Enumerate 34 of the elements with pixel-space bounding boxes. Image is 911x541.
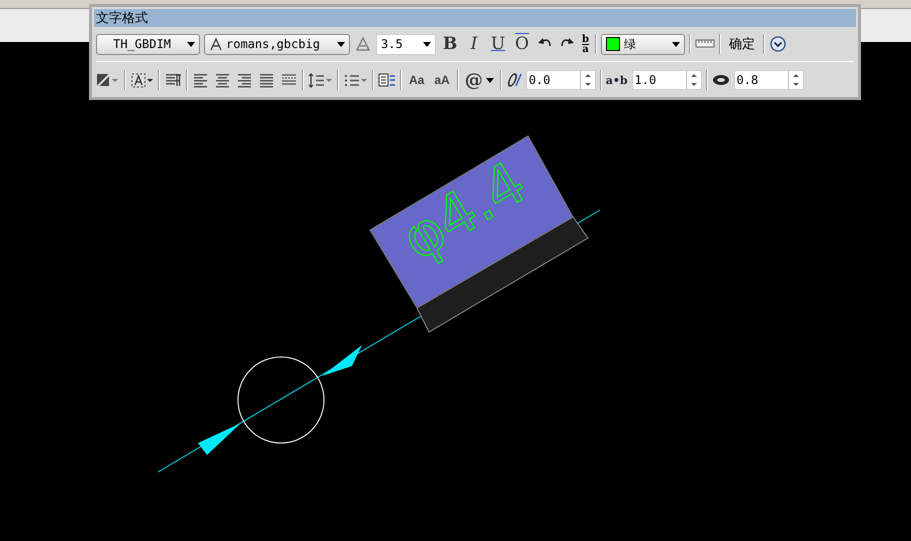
overline-button[interactable]: O bbox=[512, 33, 532, 55]
symbol-button[interactable]: @ bbox=[462, 69, 496, 91]
tracking-label: a•b bbox=[606, 74, 628, 86]
oblique-icon bbox=[506, 73, 522, 87]
tracking-field[interactable]: 1.0 bbox=[632, 70, 702, 90]
italic-button[interactable]: I bbox=[464, 33, 484, 55]
underline-button[interactable]: U bbox=[488, 33, 508, 55]
justification-icon[interactable] bbox=[130, 72, 154, 88]
width-icon bbox=[712, 74, 730, 86]
columns-icon[interactable] bbox=[96, 72, 120, 88]
align-right-icon[interactable] bbox=[236, 72, 254, 88]
color-dropdown[interactable]: 绿 bbox=[601, 34, 685, 54]
oblique-field[interactable]: 0.0 bbox=[526, 70, 596, 90]
line-spacing-icon[interactable] bbox=[308, 72, 333, 88]
paragraph-icon[interactable] bbox=[164, 72, 182, 88]
ok-button[interactable]: 确定 bbox=[725, 35, 759, 53]
arrowhead bbox=[322, 345, 362, 376]
width-field[interactable]: 0.8 bbox=[734, 70, 804, 90]
align-left-icon[interactable] bbox=[192, 72, 210, 88]
font-dropdown[interactable]: romans,gbcbig bbox=[204, 34, 350, 54]
window-title: 文字格式 bbox=[94, 9, 856, 27]
lowercase-button[interactable]: Aa bbox=[406, 73, 428, 87]
font-icon bbox=[209, 37, 223, 51]
style-dropdown[interactable]: TH_GBDIM bbox=[96, 34, 200, 54]
chevron-down-icon[interactable] bbox=[769, 36, 787, 52]
bold-button[interactable]: B bbox=[440, 33, 460, 55]
annotative-icon[interactable] bbox=[354, 36, 372, 52]
align-center-icon[interactable] bbox=[214, 72, 232, 88]
justify-icon[interactable] bbox=[258, 72, 276, 88]
arrowhead bbox=[198, 423, 241, 455]
text-height-field[interactable]: 3.5 bbox=[376, 34, 436, 54]
stack-button[interactable]: b a bbox=[580, 34, 591, 54]
uppercase-button[interactable]: aA bbox=[431, 73, 453, 87]
insert-field-icon[interactable] bbox=[378, 72, 396, 88]
